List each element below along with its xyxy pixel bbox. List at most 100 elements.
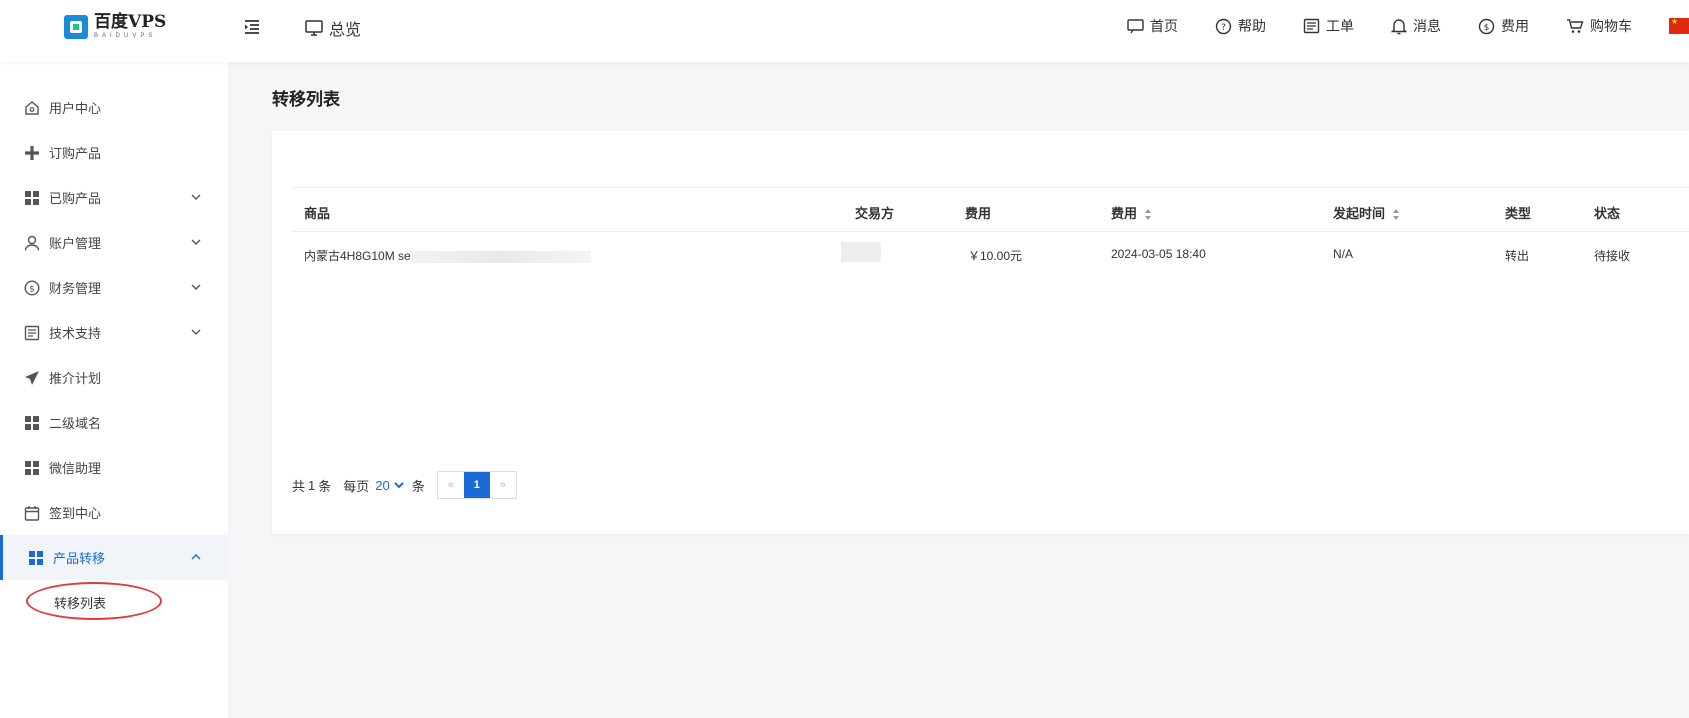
- sidebar-item-label: 用户中心: [49, 101, 102, 116]
- cell-status: 待接收: [1594, 249, 1631, 263]
- grid-icon: [27, 549, 44, 566]
- sidebar-item-purchased-products[interactable]: 已购产品: [0, 175, 228, 220]
- document-icon: [23, 324, 40, 341]
- page-title: 转移列表: [272, 90, 340, 109]
- cart-icon: [1567, 19, 1584, 33]
- page-buttons: « 1 »: [436, 471, 517, 499]
- cell-type: 转出: [1505, 249, 1530, 263]
- sidebar-item-order-product[interactable]: 订购产品: [0, 130, 228, 175]
- logo-title: 百度VPS: [94, 12, 167, 32]
- sidebar-item-user-center[interactable]: 用户中心: [0, 85, 228, 130]
- top-bar: 百度VPS BAIDUVPS 总览 首页 ? 帮助 工单 消息 $ 费用 购物车…: [0, 0, 1689, 62]
- overview-label: 总览: [329, 22, 362, 39]
- chevron-down-icon: [394, 482, 404, 489]
- nav-home[interactable]: 首页: [1127, 16, 1178, 36]
- column-header-status: 状态: [1594, 206, 1621, 221]
- sidebar-item-label: 推介计划: [49, 371, 102, 386]
- sidebar-item-label: 财务管理: [49, 281, 102, 296]
- total-suffix: 条: [318, 478, 332, 494]
- grid-icon: [23, 459, 40, 476]
- grid-icon: [23, 414, 40, 431]
- chevron-down-icon: [191, 239, 201, 245]
- sidebar-item-label: 微信助理: [49, 461, 102, 476]
- nav-help[interactable]: ? 帮助: [1215, 16, 1266, 36]
- cell-product: 内蒙古4H8G10M se: [304, 247, 591, 264]
- sidebar-item-label: 账户管理: [49, 236, 102, 251]
- redacted-text: [410, 250, 591, 263]
- nav-fees[interactable]: $ 费用: [1478, 16, 1529, 36]
- sidebar-item-label: 二级域名: [49, 416, 102, 431]
- sort-icon[interactable]: [1393, 208, 1400, 221]
- total-prefix: 共: [292, 478, 306, 494]
- cell-fee2: 2024-03-05 18:40: [1111, 247, 1206, 261]
- column-header-fee-sortable[interactable]: 费用: [1111, 203, 1152, 222]
- cell-fee: ￥10.00元: [968, 249, 1023, 263]
- ticket-icon: [1303, 18, 1320, 34]
- per-page-suffix: 条: [411, 478, 425, 494]
- cell-time: N/A: [1333, 247, 1354, 261]
- sidebar-item-label: 产品转移: [53, 551, 106, 566]
- nav-cart[interactable]: 购物车: [1566, 16, 1632, 36]
- column-header-fee: 费用: [965, 206, 992, 221]
- next-page-button[interactable]: »: [490, 472, 516, 498]
- paper-plane-icon: [23, 369, 40, 386]
- chevron-down-icon: [191, 329, 201, 335]
- monitor-chat-icon: [1127, 19, 1144, 34]
- plus-icon: [23, 144, 40, 161]
- chevron-down-icon: [191, 194, 201, 200]
- bell-icon: [1391, 18, 1407, 34]
- monitor-icon: [305, 20, 323, 36]
- china-flag-icon[interactable]: [1669, 17, 1689, 34]
- svg-text:$: $: [1484, 23, 1490, 33]
- nav-messages-label: 消息: [1413, 18, 1441, 34]
- per-page-select[interactable]: 20: [375, 478, 404, 493]
- logo[interactable]: 百度VPS BAIDUVPS: [64, 14, 166, 39]
- calendar-icon: [23, 504, 40, 521]
- logo-subtitle: BAIDUVPS: [94, 33, 157, 39]
- column-header-type: 类型: [1505, 206, 1532, 221]
- svg-text:?: ?: [1221, 23, 1226, 33]
- sidebar-item-finance[interactable]: $ 财务管理: [0, 265, 228, 310]
- redacted-party: [841, 242, 881, 262]
- svg-text:$: $: [29, 284, 35, 294]
- sort-icon[interactable]: [1145, 208, 1152, 221]
- sidebar-item-label: 签到中心: [49, 506, 102, 521]
- overview-link[interactable]: 总览: [305, 16, 361, 40]
- home-icon: [23, 99, 40, 116]
- sidebar: 用户中心 订购产品 已购产品 账户管理 $ 财务管理 技术支持 推介计划 二级域…: [0, 62, 228, 718]
- sidebar-item-label: 订购产品: [49, 146, 102, 161]
- dollar-circle-icon: $: [1478, 18, 1495, 34]
- sidebar-item-referral[interactable]: 推介计划: [0, 355, 228, 400]
- nav-ticket[interactable]: 工单: [1303, 16, 1354, 36]
- sidebar-item-subdomain[interactable]: 二级域名: [0, 400, 228, 445]
- sidebar-item-account[interactable]: 账户管理: [0, 220, 228, 265]
- prev-page-button[interactable]: «: [438, 472, 464, 498]
- column-header-party: 交易方: [855, 206, 895, 221]
- table-header: 商品 交易方 费用 费用 发起时间 类型 状态: [292, 187, 1689, 232]
- nav-fees-label: 费用: [1501, 18, 1529, 34]
- sidebar-subitem-transfer-list[interactable]: 转移列表: [54, 593, 106, 612]
- top-nav: 首页 ? 帮助 工单 消息 $ 费用 购物车: [1127, 0, 1689, 52]
- pagination: 共 1 条 每页 20 条 « 1 »: [292, 471, 517, 499]
- grid-icon: [23, 189, 40, 206]
- menu-toggle-icon[interactable]: [243, 18, 261, 36]
- nav-help-label: 帮助: [1238, 18, 1266, 34]
- total-count: 1: [308, 477, 316, 493]
- nav-messages[interactable]: 消息: [1391, 16, 1441, 36]
- sidebar-item-label: 技术支持: [49, 326, 102, 341]
- nav-home-label: 首页: [1150, 18, 1178, 34]
- sidebar-item-label: 已购产品: [49, 191, 102, 206]
- table-row: 内蒙古4H8G10M se ￥10.00元 2024-03-05 18:40 N…: [292, 232, 1689, 277]
- chevron-down-icon: [191, 284, 201, 290]
- sidebar-item-product-transfer[interactable]: 产品转移: [0, 535, 228, 580]
- sidebar-item-checkin[interactable]: 签到中心: [0, 490, 228, 535]
- page-1-button[interactable]: 1: [463, 472, 490, 498]
- column-header-time-sortable[interactable]: 发起时间: [1333, 203, 1400, 222]
- column-header-product: 商品: [304, 206, 331, 221]
- question-circle-icon: ?: [1215, 18, 1232, 34]
- chevron-up-icon: [191, 554, 201, 560]
- nav-cart-label: 购物车: [1590, 18, 1632, 34]
- sidebar-item-tech-support[interactable]: 技术支持: [0, 310, 228, 355]
- dollar-circle-icon: $: [23, 279, 40, 296]
- sidebar-item-wechat[interactable]: 微信助理: [0, 445, 228, 490]
